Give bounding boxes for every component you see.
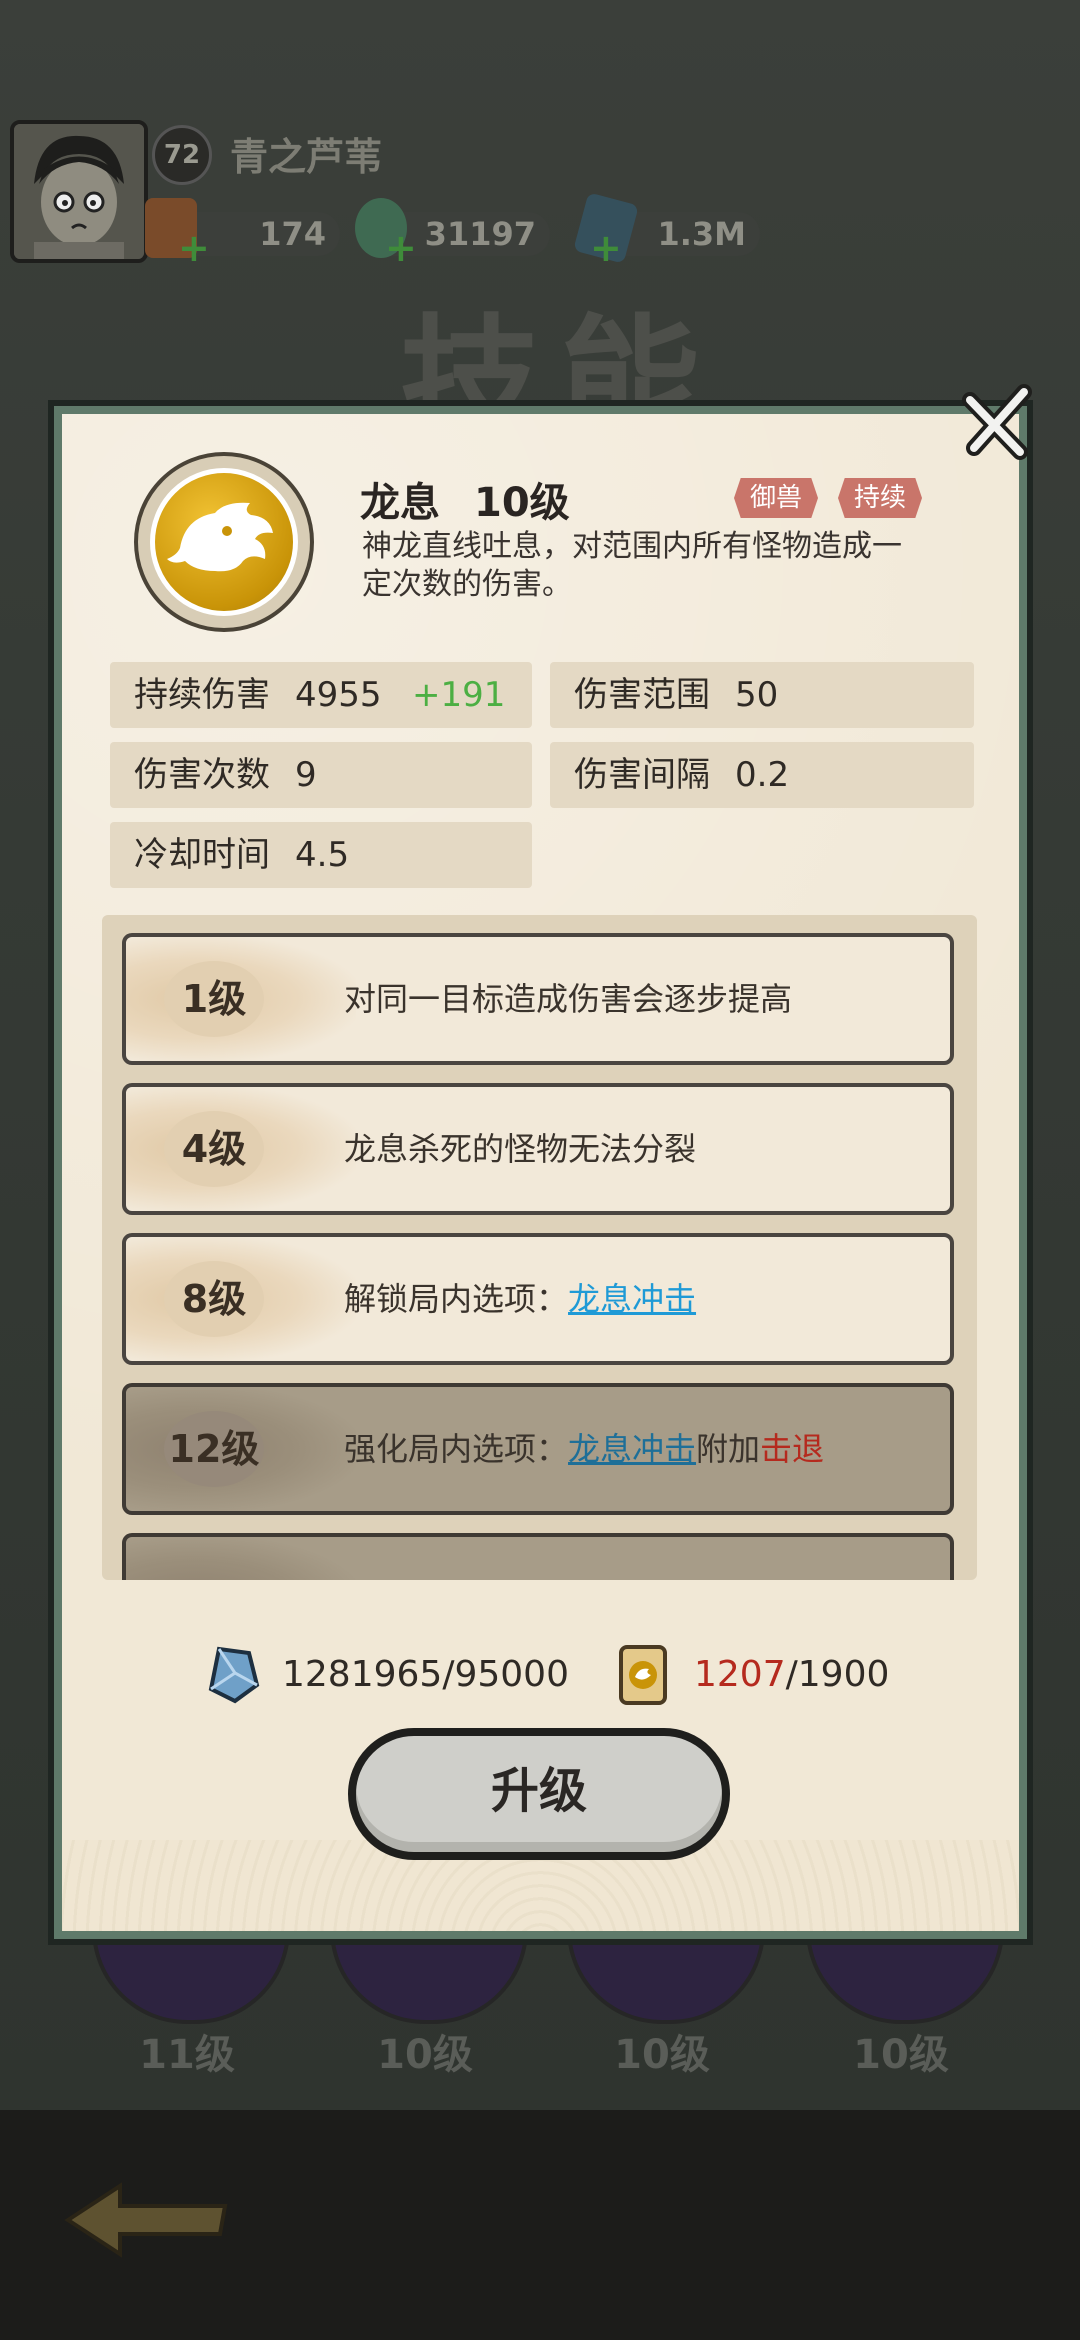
upgrade-item: 8级 解锁局内选项：龙息冲击 <box>122 1233 954 1365</box>
skill-tag: 御兽 <box>734 478 819 518</box>
bottom-skill-level: 10级 <box>614 2032 710 2078</box>
crystal-icon <box>208 1646 260 1704</box>
resource-value: 31197 <box>424 215 536 253</box>
resource-value: 174 <box>259 215 326 253</box>
option-link[interactable]: 龙息冲击 <box>568 1280 696 1318</box>
skill-tag: 持续 <box>838 478 923 518</box>
upgrade-button[interactable]: 升级 <box>348 1728 730 1860</box>
stat-value: 50 <box>735 675 779 715</box>
crystal-required: /95000 <box>442 1654 569 1695</box>
upgrade-level: 1级 <box>181 977 247 1021</box>
upgrade-text: 解锁局内选项： <box>344 1280 569 1318</box>
scroll-required: /1900 <box>785 1654 890 1695</box>
player-level-badge: 72 <box>152 125 212 185</box>
close-icon[interactable] <box>958 382 1038 462</box>
stat-sustained-damage: 持续伤害 4955 +191 <box>110 662 532 728</box>
brush-decor <box>126 1537 356 1580</box>
upgrade-description: 强化局内选项：龙息冲击附加击退 <box>344 1387 824 1511</box>
upgrade-text: 强化局内选项： <box>344 1430 569 1468</box>
stat-value: 4.5 <box>295 835 350 875</box>
upgrade-description: 龙息杀死的怪物无法分裂 <box>344 1130 697 1168</box>
upgrade-list[interactable]: 1级 对同一目标造成伤害会逐步提高 4级 龙息杀死的怪物无法分裂 8级 解锁局内… <box>102 915 977 1580</box>
add-jade-button[interactable]: + <box>385 226 417 270</box>
crystal-owned: 1281965 <box>282 1654 443 1695</box>
upgrade-level: 8级 <box>181 1277 247 1321</box>
stat-label: 伤害间隔 <box>574 755 710 795</box>
stat-cooldown: 冷却时间 4.5 <box>110 822 532 888</box>
upgrade-description: 解锁局内选项：龙息冲击 <box>344 1237 696 1361</box>
crystal-cost: 1281965/95000 <box>282 1640 569 1710</box>
back-arrow-icon[interactable] <box>60 2180 230 2260</box>
stat-label: 伤害范围 <box>574 675 710 715</box>
skill-name: 龙息 <box>360 480 440 526</box>
bottom-skill-level: 10级 <box>853 2032 949 2078</box>
stat-value: 9 <box>295 755 317 795</box>
upgrade-item: 1级 对同一目标造成伤害会逐步提高 <box>122 933 954 1065</box>
resource-value: 1.3M <box>657 215 746 253</box>
upgrade-level: 4级 <box>181 1127 247 1171</box>
upgrade-highlight: 击退 <box>760 1430 825 1468</box>
player-name: 青之芦苇 <box>230 135 383 179</box>
avatar[interactable] <box>10 120 148 263</box>
stat-damage-range: 伤害范围 50 <box>550 662 974 728</box>
stat-label: 伤害次数 <box>134 755 270 795</box>
stat-damage-interval: 伤害间隔 0.2 <box>550 742 974 808</box>
upgrade-item: 4级 龙息杀死的怪物无法分裂 <box>122 1083 954 1215</box>
add-crystal-button[interactable]: + <box>590 226 622 270</box>
upgrade-description: 对同一目标造成伤害会逐步提高 <box>344 980 793 1018</box>
stat-label: 冷却时间 <box>134 835 270 875</box>
dragon-head-icon <box>150 468 298 616</box>
upgrade-level: 12级 <box>168 1427 260 1471</box>
stat-hit-count: 伤害次数 9 <box>110 742 532 808</box>
upgrade-text: 附加 <box>696 1430 761 1468</box>
stat-label: 持续伤害 <box>134 675 270 715</box>
upgrade-item-locked <box>122 1533 954 1580</box>
skill-level: 10级 <box>474 480 570 526</box>
bottom-skill-level: 10级 <box>377 2032 473 2078</box>
scroll-cost: 1207/1900 <box>694 1640 889 1710</box>
add-scroll-button[interactable]: + <box>178 226 210 270</box>
stat-increase: +191 <box>412 675 506 715</box>
upgrade-item-locked: 12级 强化局内选项：龙息冲击附加击退 <box>122 1383 954 1515</box>
skill-description: 神龙直线吐息，对范围内所有怪物造成一定次数的伤害。 <box>362 529 902 602</box>
stat-value: 4955 <box>295 675 382 715</box>
bottom-skill-level: 11级 <box>139 2032 235 2078</box>
skill-scroll-icon <box>619 1645 667 1705</box>
upgrade-button-label: 升级 <box>490 1763 587 1819</box>
stat-value: 0.2 <box>735 755 790 795</box>
scroll-owned: 1207 <box>694 1654 786 1695</box>
option-link[interactable]: 龙息冲击 <box>568 1430 696 1468</box>
avatar-face-icon <box>14 124 144 259</box>
